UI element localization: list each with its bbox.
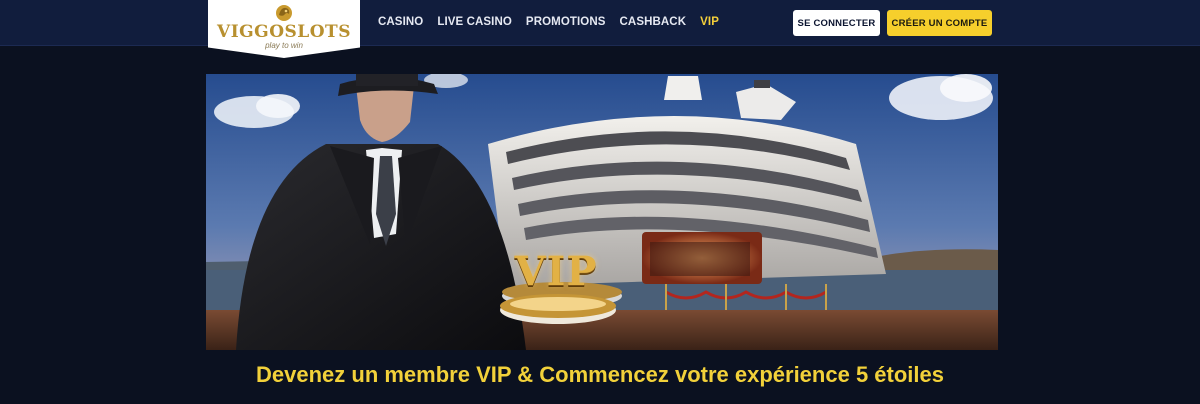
main-nav: CASINO LIVE CASINO PROMOTIONS CASHBACK V…: [378, 0, 719, 44]
vip-hero-image: [206, 74, 998, 350]
gold-lion-crest-icon: [276, 5, 292, 21]
login-button[interactable]: SE CONNECTER: [793, 10, 880, 36]
vip-headline: Devenez un membre VIP & Commencez votre …: [256, 362, 944, 387]
brand-name: VIGGOSLOTS: [217, 22, 351, 42]
brand-logo[interactable]: VIGGOSLOTS play to win: [208, 0, 360, 58]
nav-item-vip[interactable]: VIP: [700, 16, 719, 28]
nav-item-casino[interactable]: CASINO: [378, 16, 423, 28]
nav-item-live-casino[interactable]: LIVE CASINO: [437, 16, 512, 28]
nav-item-cashback[interactable]: CASHBACK: [620, 16, 687, 28]
brand-tagline: play to win: [265, 41, 303, 50]
vip-emblem-text: VIP: [514, 248, 598, 295]
vip-hero-banner: VIP: [206, 74, 998, 350]
register-button[interactable]: CRÉER UN COMPTE: [887, 10, 992, 36]
nav-item-promotions[interactable]: PROMOTIONS: [526, 16, 606, 28]
